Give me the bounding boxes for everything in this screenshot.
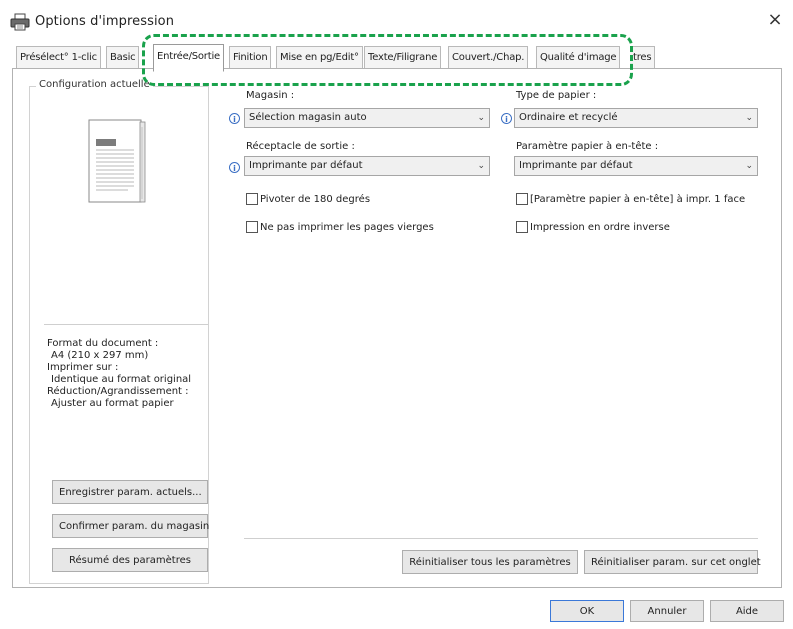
tray-info-icon[interactable]: i: [229, 113, 240, 124]
reverse-order-checkbox[interactable]: [516, 221, 528, 233]
current-config-title: Configuration actuelle: [36, 79, 153, 90]
help-button[interactable]: Aide: [710, 600, 784, 622]
ok-button[interactable]: OK: [550, 600, 624, 622]
tab-finition[interactable]: Finition: [229, 46, 272, 69]
close-icon[interactable]: ×: [766, 11, 784, 29]
tab-autres[interactable]: tres: [630, 46, 656, 69]
reset-tab-button[interactable]: Réinitialiser param. sur cet onglet: [584, 550, 761, 574]
left-divider: [44, 324, 208, 325]
printer-icon: [10, 13, 30, 31]
output-tray-label: Réceptacle de sortie :: [246, 141, 355, 152]
tab-couverture-chapitre[interactable]: Couvert./Chap.: [448, 46, 529, 69]
tray-label: Magasin :: [246, 90, 295, 101]
cancel-button[interactable]: Annuler: [630, 600, 704, 622]
print-on-value: Identique au format original: [51, 374, 192, 385]
document-preview-icon: [88, 119, 146, 205]
rotate-180-label: Pivoter de 180 degrés: [260, 194, 371, 205]
reset-divider: [244, 538, 758, 539]
chevron-down-icon: ⌄: [477, 113, 485, 123]
skip-blank-pages-label: Ne pas imprimer les pages vierges: [260, 222, 434, 233]
window-title: Options d'impression: [35, 14, 175, 29]
output-tray-select-value: Imprimante par défaut: [249, 160, 363, 171]
paper-type-info-icon[interactable]: i: [501, 113, 512, 124]
tab-texte-filigrane[interactable]: Texte/Filigrane: [364, 46, 442, 69]
output-tray-select[interactable]: Imprimante par défaut ⌄: [244, 156, 490, 176]
chevron-down-icon: ⌄: [477, 161, 485, 171]
tab-basic[interactable]: Basic: [106, 46, 140, 69]
skip-blank-pages-checkbox[interactable]: [246, 221, 258, 233]
tray-select[interactable]: Sélection magasin auto ⌄: [244, 108, 490, 128]
print-on-label: Imprimer sur :: [47, 362, 119, 373]
tab-qualite-image[interactable]: Qualité d'image: [536, 46, 621, 69]
tray-select-value: Sélection magasin auto: [249, 112, 367, 123]
paper-type-select-value: Ordinaire et recyclé: [519, 112, 618, 123]
chevron-down-icon: ⌄: [745, 161, 753, 171]
settings-summary-button[interactable]: Résumé des paramètres: [52, 548, 208, 572]
confirm-tray-settings-button[interactable]: Confirmer param. du magasin: [52, 514, 209, 538]
chevron-down-icon: ⌄: [745, 113, 753, 123]
doc-format-label: Format du document :: [47, 338, 159, 349]
rotate-180-checkbox[interactable]: [246, 193, 258, 205]
reduction-label: Réduction/Agrandissement :: [47, 386, 189, 397]
paper-type-label: Type de papier :: [516, 90, 597, 101]
tab-mise-en-page[interactable]: Mise en pg/Edit°: [276, 46, 363, 69]
reduction-value: Ajuster au format papier: [51, 398, 174, 409]
letterhead-select-value: Imprimante par défaut: [519, 160, 633, 171]
paper-type-select[interactable]: Ordinaire et recyclé ⌄: [514, 108, 758, 128]
reverse-order-label: Impression en ordre inverse: [530, 222, 670, 233]
reset-all-button[interactable]: Réinitialiser tous les paramètres: [402, 550, 578, 574]
doc-format-value: A4 (210 x 297 mm): [51, 350, 149, 361]
output-tray-info-icon[interactable]: i: [229, 162, 240, 173]
letterhead-select[interactable]: Imprimante par défaut ⌄: [514, 156, 758, 176]
tab-preselect[interactable]: Présélect° 1-clic: [16, 46, 101, 69]
print-options-dialog: Options d'impression × Présélect° 1-clic…: [0, 0, 793, 629]
letterhead-label: Paramètre papier à en-tête :: [516, 141, 659, 152]
tab-entree-sortie[interactable]: Entrée/Sortie: [153, 44, 224, 72]
save-current-settings-button[interactable]: Enregistrer param. actuels...: [52, 480, 208, 504]
title-bar: Options d'impression ×: [0, 0, 793, 40]
letterhead-1side-checkbox[interactable]: [516, 193, 528, 205]
letterhead-1side-label: [Paramètre papier à en-tête] à impr. 1 f…: [530, 194, 746, 205]
